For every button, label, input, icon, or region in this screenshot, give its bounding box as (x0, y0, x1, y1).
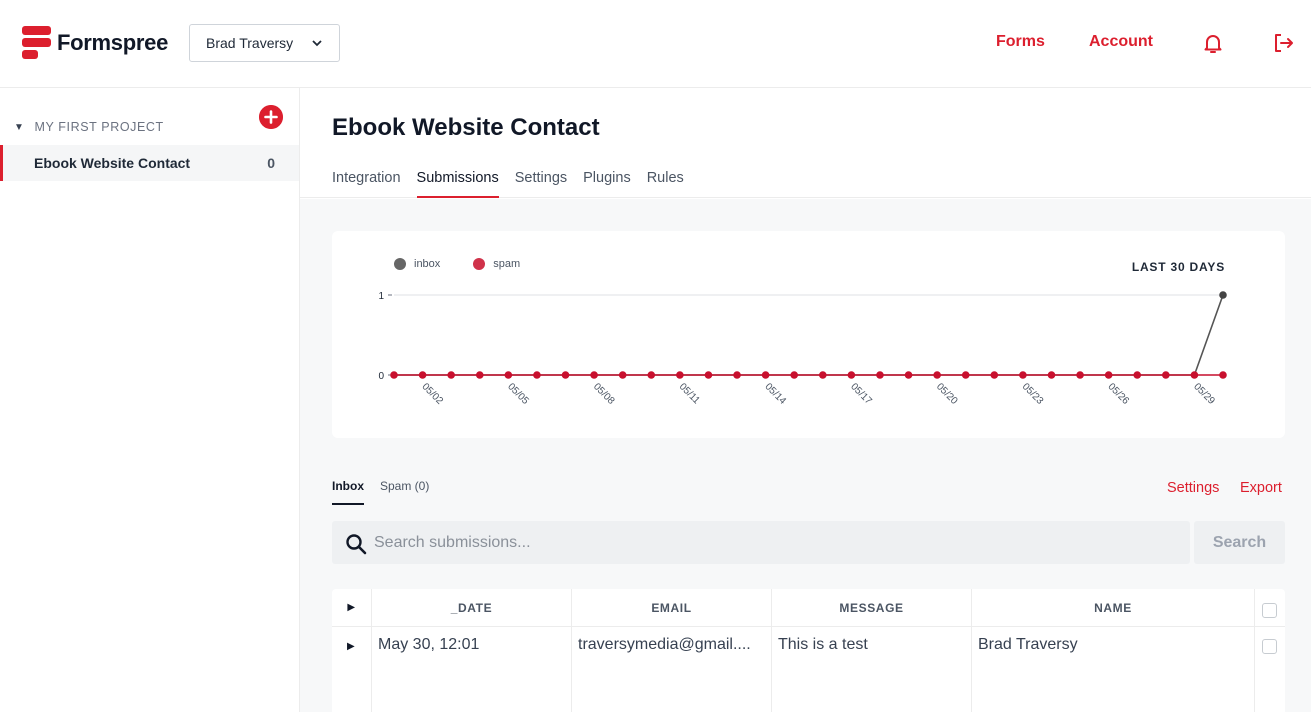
search-icon (346, 534, 367, 555)
search-bar (332, 521, 1190, 564)
tab-inbox[interactable]: Inbox (332, 479, 364, 505)
data-point-spam (904, 371, 913, 379)
brand-logo[interactable]: Formspree (22, 26, 168, 60)
cell-email: traversymedia@gmail.... (578, 636, 751, 653)
submissions-chart-card: inbox spam LAST 30 DAYS 0 1 05/02 05/05 05/0… (332, 231, 1285, 438)
data-point-spam (933, 371, 941, 379)
column-header-message[interactable]: MESSAGE (772, 589, 971, 627)
data-point-spam (1047, 371, 1056, 379)
data-point-spam (390, 371, 398, 379)
data-point-spam (1162, 371, 1170, 379)
series-line-inbox (394, 294, 1224, 376)
expand-all-icon: ▶ (347, 602, 356, 613)
sidebar: ▼ MY FIRST PROJECT Ebook Website Contact… (0, 88, 300, 712)
submissions-settings-link[interactable]: Settings (1167, 480, 1219, 496)
x-tick-label: 05/26 (1106, 381, 1132, 407)
tab-rules[interactable]: Rules (647, 170, 684, 198)
x-tick-label: 05/17 (848, 381, 874, 407)
submissions-chart: 0 1 05/02 05/05 05/08 05/11 05/14 05/17 05/20 05/… (378, 291, 1227, 407)
data-point-spam (818, 371, 827, 379)
formspree-logo-icon (22, 26, 51, 60)
column-header-date[interactable]: _DATE (372, 589, 571, 627)
data-point-spam (761, 371, 770, 379)
nav-account-link[interactable]: Account (1089, 33, 1153, 51)
data-point-spam (733, 371, 741, 379)
logout-icon[interactable] (1271, 31, 1295, 55)
y-tick-label: 1 (378, 291, 384, 302)
data-point-spam (704, 371, 713, 379)
search-input[interactable] (374, 521, 1174, 564)
data-point-spam (1076, 371, 1084, 379)
submission-tabs: Inbox Spam (0) (332, 479, 445, 505)
expand-row-icon[interactable]: ▶ (347, 641, 355, 652)
team-select[interactable]: Brad Traversy (189, 24, 340, 62)
row-checkbox[interactable] (1262, 639, 1277, 654)
export-link[interactable]: Export (1240, 480, 1282, 496)
project-name: MY FIRST PROJECT (34, 120, 164, 134)
tab-integration[interactable]: Integration (332, 170, 401, 198)
column-header-email[interactable]: EMAIL (572, 589, 771, 627)
data-point-spam (1104, 371, 1113, 379)
data-point-spam (990, 371, 999, 379)
cell-name: Brad Traversy (978, 636, 1078, 653)
chevron-down-icon (312, 40, 322, 47)
project-header[interactable]: ▼ MY FIRST PROJECT (14, 120, 164, 134)
data-point-spam (961, 371, 970, 379)
submissions-table: ▶ _DATE EMAIL MESSAGE NAME ▶ May 30, 12:… (332, 589, 1285, 712)
data-point-inbox (1219, 291, 1227, 299)
page-title: Ebook Website Contact (332, 114, 600, 141)
data-point-spam (533, 371, 541, 379)
data-point-spam (1219, 371, 1227, 379)
x-tick-label: 05/20 (934, 381, 960, 407)
x-tick-label: 05/29 (1191, 381, 1217, 407)
expand-all-header[interactable]: ▶ (332, 589, 371, 627)
add-form-button[interactable] (259, 105, 283, 129)
form-tabs: Integration Submissions Settings Plugins… (332, 170, 700, 198)
select-all-header (1255, 589, 1285, 627)
x-tick-label: 05/08 (591, 381, 617, 407)
x-tick-label: 05/23 (1020, 381, 1046, 407)
column-header-name[interactable]: NAME (972, 589, 1254, 627)
nav-forms-link[interactable]: Forms (996, 33, 1045, 51)
brand-name: Formspree (57, 30, 169, 55)
y-tick-label: 0 (378, 371, 384, 382)
x-tick-label: 05/11 (677, 381, 702, 406)
tab-submissions[interactable]: Submissions (416, 170, 499, 198)
cell-date: May 30, 12:01 (378, 636, 480, 653)
data-point-spam (1019, 371, 1027, 379)
data-point-spam (504, 371, 513, 379)
search-button[interactable]: Search (1194, 521, 1285, 564)
submissions-panel: inbox spam LAST 30 DAYS 0 1 05/02 05/05 05/0… (300, 199, 1311, 712)
data-point-spam (847, 371, 856, 379)
data-point-spam (1133, 371, 1142, 379)
data-point-spam (590, 371, 598, 379)
data-point-spam (790, 371, 799, 379)
tab-plugins[interactable]: Plugins (583, 170, 631, 198)
tab-spam[interactable]: Spam (0) (380, 479, 429, 505)
data-point-spam (561, 371, 570, 379)
sidebar-item-form[interactable]: Ebook Website Contact 0 (0, 145, 299, 181)
sidebar-item-count: 0 (267, 155, 275, 171)
data-point-spam (418, 371, 427, 379)
sidebar-item-label: Ebook Website Contact (34, 155, 191, 171)
select-all-checkbox[interactable] (1262, 603, 1277, 618)
bell-icon[interactable] (1201, 31, 1225, 55)
tab-settings[interactable]: Settings (515, 170, 567, 198)
data-point-spam (676, 371, 684, 379)
x-tick-label: 05/02 (419, 381, 445, 407)
data-point-spam (1190, 371, 1199, 379)
data-point-spam (647, 371, 656, 379)
x-tick-label: 05/05 (505, 381, 531, 407)
top-header: Formspree Brad Traversy Forms Account (0, 0, 1311, 88)
data-point-spam (447, 371, 455, 379)
data-point-spam (876, 371, 884, 379)
caret-down-icon: ▼ (14, 121, 25, 133)
data-point-spam (618, 371, 627, 379)
data-point-spam (475, 371, 484, 379)
cell-message: This is a test (778, 636, 868, 653)
team-name: Brad Traversy (206, 35, 294, 51)
x-tick-label: 05/14 (762, 381, 788, 407)
form-header: Ebook Website Contact Integration Submis… (300, 88, 1311, 198)
